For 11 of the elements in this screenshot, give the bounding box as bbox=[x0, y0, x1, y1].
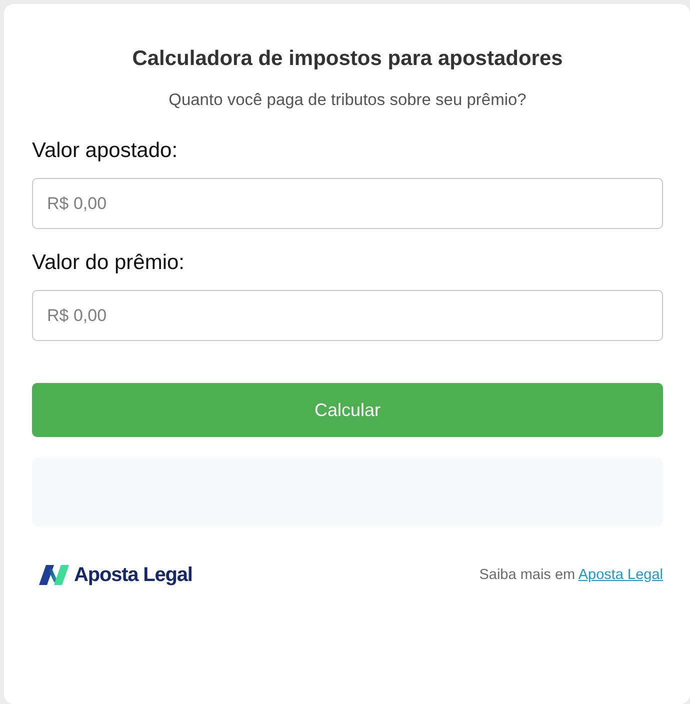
calculate-button[interactable]: Calcular bbox=[32, 383, 663, 437]
amount-input-field[interactable]: R$ 0,00 bbox=[32, 178, 663, 229]
calculator-title: Calculadora de impostos para apostadores bbox=[131, 47, 564, 71]
logo-text: Aposta Legal bbox=[74, 564, 192, 586]
aposta-legal-link[interactable]: Aposta Legal bbox=[578, 567, 663, 583]
more-info-text: Saiba mais em Aposta Legal bbox=[479, 567, 663, 583]
amount-input-field[interactable]: R$ 0,00 bbox=[32, 290, 663, 341]
logo-icon bbox=[39, 565, 69, 585]
field-label: Valor apostado: bbox=[32, 139, 178, 163]
calculator-subtitle: Quanto você paga de tributos sobre seu prêmio? bbox=[168, 90, 528, 110]
field-label: Valor do prêmio: bbox=[32, 251, 185, 275]
